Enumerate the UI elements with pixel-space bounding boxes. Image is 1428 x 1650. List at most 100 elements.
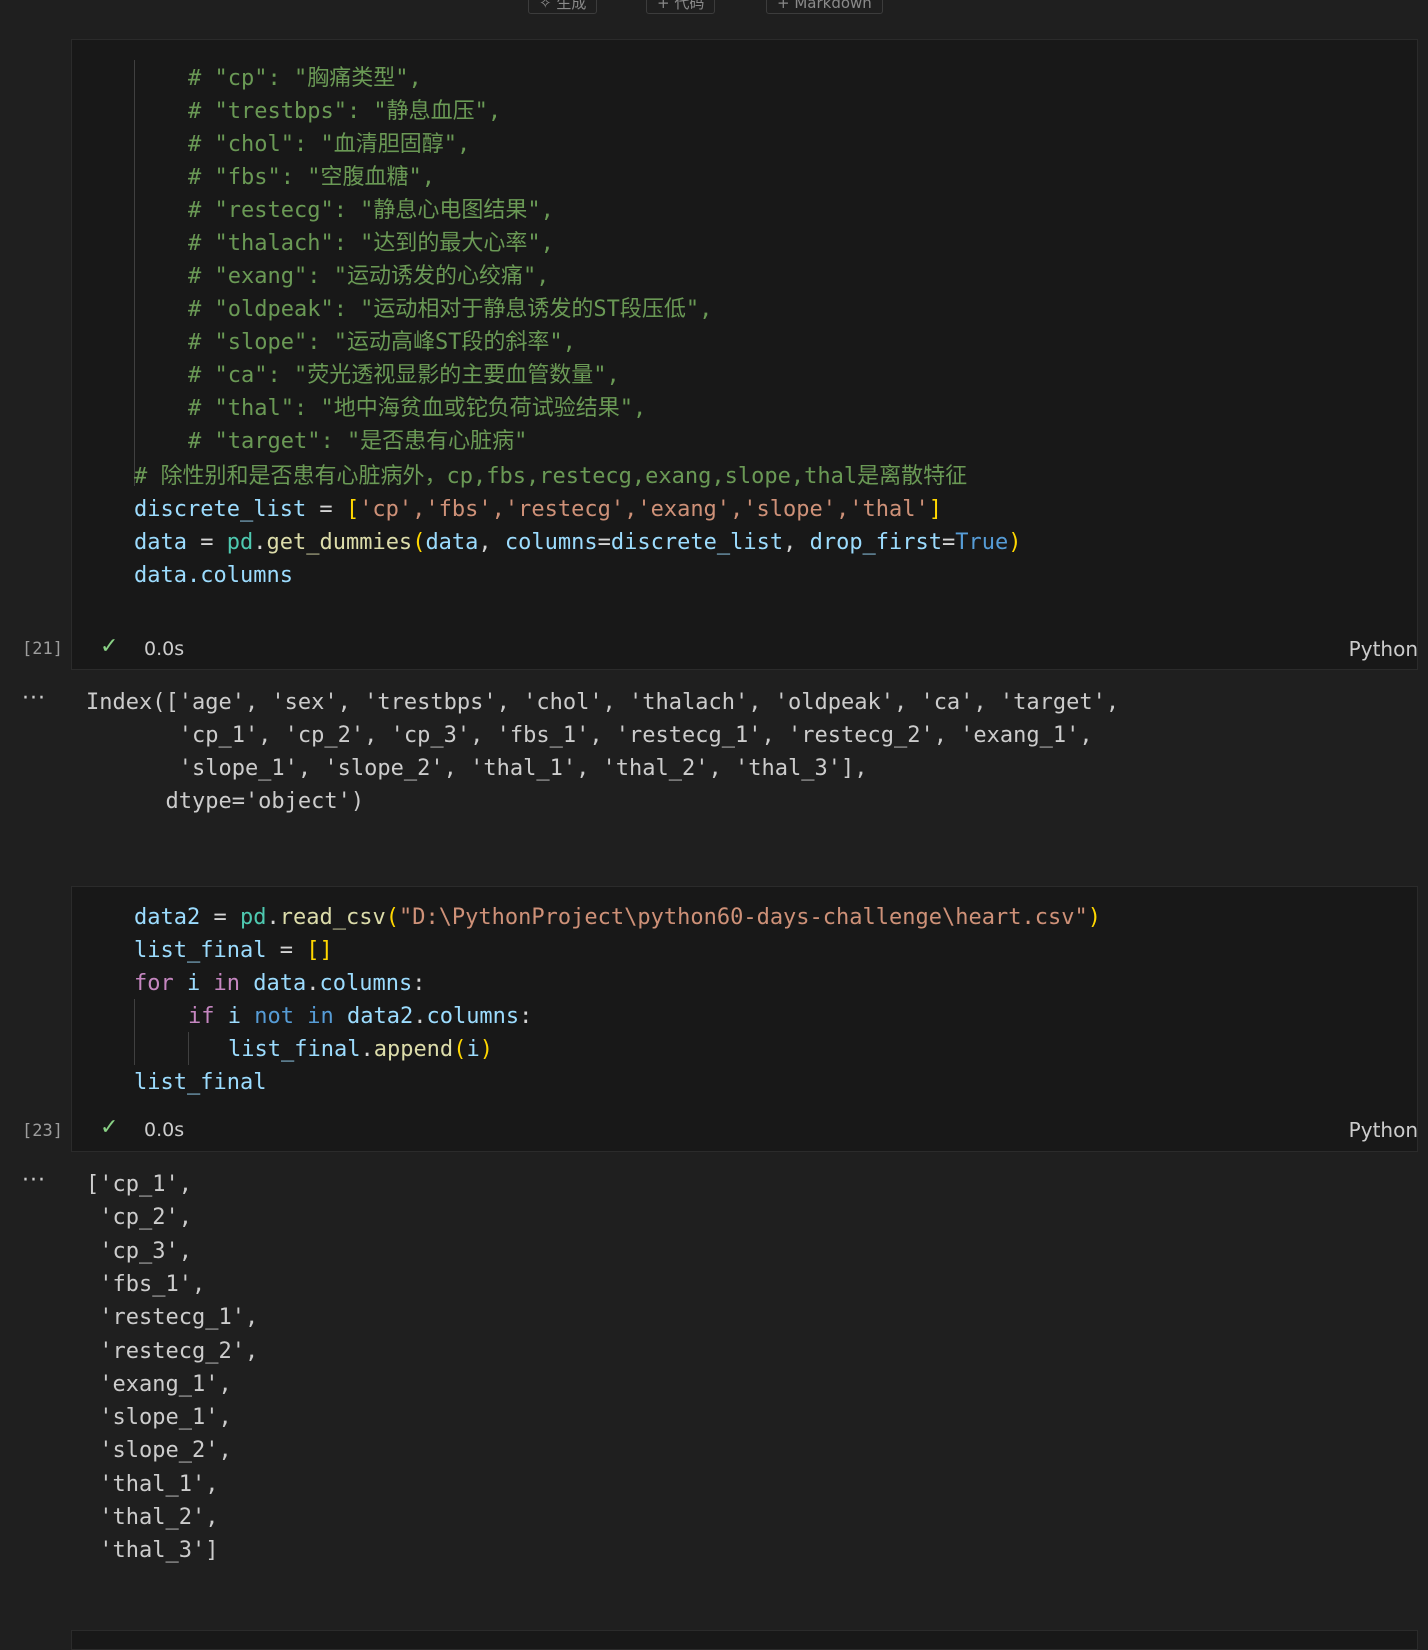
output-line: 'thal_1', — [86, 1471, 219, 1497]
plus-icon: + — [657, 0, 675, 12]
code-cell-23[interactable]: data2 = pd.read_csv("D:\PythonProject\py… — [71, 886, 1418, 1152]
token-op: = — [266, 938, 307, 963]
token-var: data — [134, 530, 187, 555]
token-op: = — [942, 530, 956, 555]
output-line: ['cp_1', — [86, 1172, 192, 1197]
comment-line: # "target": "是否患有心脏病" — [188, 429, 528, 454]
output-line: Index(['age', 'sex', 'trestbps', 'chol',… — [86, 690, 1120, 715]
generate-label: 生成 — [556, 0, 587, 12]
code-line-if: if i not in data2.columns: — [188, 1000, 532, 1033]
token-var: i — [227, 1004, 241, 1029]
token-var: list_final — [228, 1037, 361, 1062]
token-arg: data — [425, 530, 479, 555]
token-function: get_dummies — [266, 530, 413, 555]
token-dot: . — [360, 1037, 374, 1062]
token-sep: , — [783, 530, 810, 555]
add-code-button[interactable]: + 代码 — [646, 0, 716, 14]
add-markdown-label: Markdown — [794, 0, 872, 12]
token-string: 'cp','fbs','restecg','exang','slope','th… — [359, 497, 929, 522]
token-var: data2 — [134, 905, 201, 930]
output-more-icon[interactable]: ··· — [22, 686, 46, 711]
indent-guide — [134, 999, 135, 1065]
token-paren: ) — [479, 1037, 493, 1062]
comment-line: # "trestbps": "静息血压", — [188, 99, 502, 124]
indent-guide — [134, 60, 135, 486]
token-function: append — [373, 1037, 454, 1062]
success-check-icon: ✓ — [100, 1115, 119, 1140]
code-line-list-final: list_final — [134, 1070, 267, 1095]
kernel-language-label[interactable]: Python — [1349, 1118, 1418, 1142]
token-keyword: not in — [241, 1004, 347, 1029]
comment-line: # "fbs": "空腹血糖", — [188, 165, 435, 190]
token-keyword: in — [200, 971, 254, 996]
comment-line: # "restecg": "静息心电图结果", — [188, 198, 554, 223]
execution-count: [23] — [22, 1121, 63, 1141]
output-more-icon[interactable]: ··· — [22, 1168, 46, 1193]
code-cell-21[interactable]: # "cp": "胸痛类型", # "trestbps": "静息血压", # "c… — [71, 39, 1418, 670]
comment-line: # "oldpeak": "运动相对于静息诱发的ST段压低", — [188, 297, 713, 322]
token-arg: i — [466, 1037, 480, 1062]
comment-line: # "cp": "胸痛类型", — [188, 66, 422, 91]
code-line-data-columns: data.columns — [134, 563, 293, 588]
token-arg: discrete_list — [610, 530, 784, 555]
generate-button[interactable]: ✧ 生成 — [528, 0, 598, 14]
token-var: data — [253, 971, 307, 996]
token-paren: ) — [1087, 905, 1101, 930]
sparkle-icon: ✧ — [539, 0, 557, 12]
token-keyword: for — [134, 971, 174, 996]
output-line: 'slope_1', 'slope_2', 'thal_1', 'thal_2'… — [86, 756, 868, 781]
code-line-get-dummies: data = pd.get_dummies(data, columns=disc… — [134, 526, 1022, 559]
token-module: pd — [239, 905, 267, 930]
token-bracket: ] — [928, 497, 942, 522]
token-paren: ( — [412, 530, 426, 555]
token-attr: columns — [319, 971, 413, 996]
code-line-read-csv: data2 = pd.read_csv("D:\PythonProject\py… — [134, 901, 1101, 934]
token-paren: ( — [385, 905, 399, 930]
token-kwarg: columns — [504, 530, 598, 555]
output-line: 'thal_3'] — [86, 1538, 219, 1564]
token-dot: . — [266, 905, 280, 930]
indent-guide — [188, 1032, 189, 1065]
output-line: 'slope_1', — [86, 1405, 232, 1431]
comment-line: # "thalach": "达到的最大心率", — [188, 231, 554, 256]
comment-line: # "chol": "血清胆固醇", — [188, 132, 471, 157]
output-line: 'exang_1', — [86, 1371, 232, 1397]
execution-duration[interactable]: 0.0s — [144, 638, 184, 660]
output-line: 'fbs_1', — [86, 1271, 206, 1297]
code-line-list-init: list_final = [] — [134, 934, 333, 967]
token-bracket: [] — [306, 938, 333, 963]
output-line: 'cp_1', 'cp_2', 'cp_3', 'fbs_1', 'restec… — [86, 723, 1093, 748]
token-var: data2 — [346, 1004, 414, 1029]
execution-duration[interactable]: 0.0s — [144, 1119, 184, 1141]
token-module: pd — [226, 530, 254, 555]
add-markdown-button[interactable]: + Markdown — [766, 0, 883, 14]
token-op: = — [186, 530, 227, 555]
add-code-label: 代码 — [674, 0, 705, 12]
token-colon: : — [412, 971, 426, 996]
token-dot: . — [413, 1004, 427, 1029]
token-paren: ) — [1008, 530, 1022, 555]
token-var: i — [187, 971, 201, 996]
code-line-discrete-list: discrete_list = ['cp','fbs','restecg','e… — [134, 493, 942, 526]
output-line: dtype='object') — [86, 789, 365, 814]
output-line: 'restecg_1', — [86, 1305, 259, 1331]
token-sep: , — [478, 530, 505, 555]
kernel-language-label[interactable]: Python — [1349, 637, 1418, 661]
output-line: 'thal_2', — [86, 1505, 219, 1530]
plus-icon: + — [777, 0, 795, 12]
token-string: "D:\PythonProject\python60-days-challeng… — [398, 905, 1088, 930]
code-line-append: list_final.append(i) — [228, 1033, 493, 1066]
token-dot: . — [306, 971, 320, 996]
token-colon: : — [519, 1004, 533, 1029]
next-cell[interactable] — [71, 1630, 1418, 1650]
token-op: = — [306, 497, 346, 522]
comment-line: # "slope": "运动高峰ST段的斜率", — [188, 330, 576, 355]
success-check-icon: ✓ — [100, 634, 119, 659]
comment-discrete-features: # 除性别和是否患有心脏病外，cp,fbs,restecg,exang,slop… — [134, 464, 968, 489]
output-line: 'cp_3', — [86, 1238, 192, 1264]
token-paren: ( — [453, 1037, 467, 1062]
output-line: 'restecg_2', — [86, 1338, 259, 1364]
code-line-for-loop: for i in data.columns: — [134, 967, 425, 1000]
token-bool: True — [955, 530, 1009, 555]
